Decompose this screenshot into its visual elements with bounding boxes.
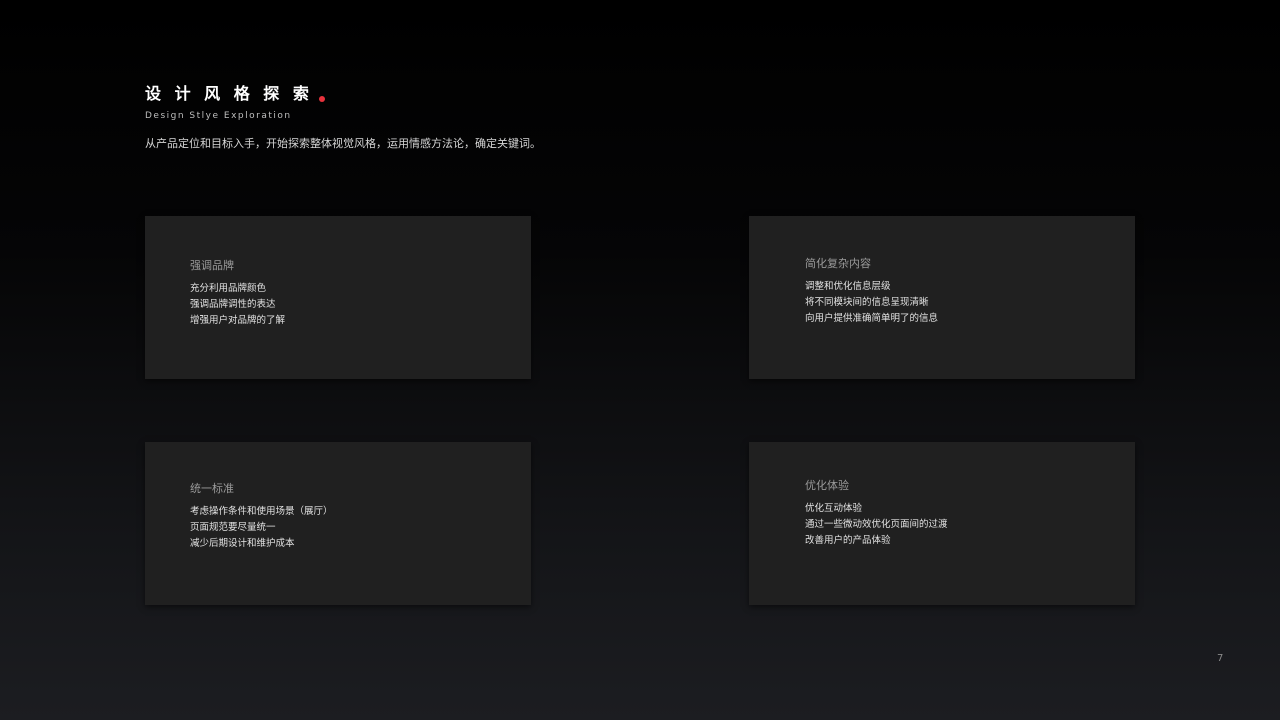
card-content: 优化体验 优化互动体验 通过一些微动效优化页面间的过渡 改善用户的产品体验: [805, 479, 948, 549]
card-line: 向用户提供准确简单明了的信息: [805, 313, 939, 324]
slide-title: 设 计 风 格 探 索: [145, 84, 313, 103]
card-simplify-content: 简化复杂内容 调整和优化信息层级 将不同模块间的信息呈现清晰 向用户提供准确简单…: [749, 216, 1135, 379]
card-title: 统一标准: [190, 482, 234, 495]
slide-subtitle: Design Stlye Exploration: [145, 111, 292, 121]
title-row: 设 计 风 格 探 索: [145, 84, 325, 104]
card-line: 优化互动体验: [805, 503, 863, 514]
card-unify-standards: 统一标准 考虑操作条件和使用场景（展厅） 页面规范要尽量统一 减少后期设计和维护…: [145, 442, 531, 605]
card-line: 调整和优化信息层级: [805, 281, 891, 292]
card-line: 改善用户的产品体验: [805, 535, 891, 546]
card-line: 页面规范要尽量统一: [190, 522, 276, 533]
card-content: 简化复杂内容 调整和优化信息层级 将不同模块间的信息呈现清晰 向用户提供准确简单…: [805, 257, 938, 327]
card-line: 考虑操作条件和使用场景（展厅）: [190, 506, 333, 517]
card-optimize-experience: 优化体验 优化互动体验 通过一些微动效优化页面间的过渡 改善用户的产品体验: [749, 442, 1135, 605]
card-title: 强调品牌: [190, 259, 234, 272]
card-title: 优化体验: [805, 479, 849, 492]
slide-header: 设 计 风 格 探 索 Design Stlye Exploration: [145, 84, 325, 122]
card-line: 充分利用品牌颜色: [190, 283, 267, 294]
card-line: 增强用户对品牌的了解: [190, 315, 286, 326]
page-number: 7: [1217, 653, 1224, 664]
card-emphasize-brand: 强调品牌 充分利用品牌颜色 强调品牌调性的表达 增强用户对品牌的了解: [145, 216, 531, 379]
card-content: 统一标准 考虑操作条件和使用场景（展厅） 页面规范要尽量统一 减少后期设计和维护…: [190, 482, 333, 552]
slide-description: 从产品定位和目标入手，开始探索整体视觉风格，运用情感方法论，确定关键词。: [145, 137, 541, 150]
card-content: 强调品牌 充分利用品牌颜色 强调品牌调性的表达 增强用户对品牌的了解: [190, 259, 285, 329]
card-line: 将不同模块间的信息呈现清晰: [805, 297, 929, 308]
card-line: 强调品牌调性的表达: [190, 299, 276, 310]
card-line: 减少后期设计和维护成本: [190, 538, 295, 549]
accent-dot-icon: [318, 95, 325, 102]
card-title: 简化复杂内容: [805, 257, 871, 270]
card-line: 通过一些微动效优化页面间的过渡: [805, 519, 948, 530]
